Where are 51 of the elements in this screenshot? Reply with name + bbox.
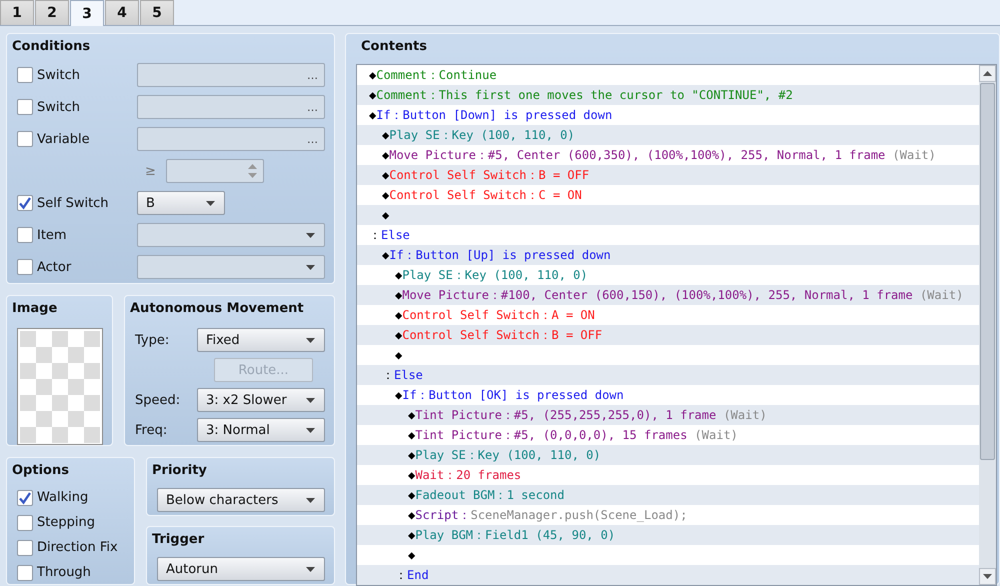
field-label: Type: [135, 332, 170, 348]
tab[interactable]: 5 [140, 0, 174, 25]
checkbox-label: Switch [37, 68, 80, 82]
command-line[interactable]: ：End [395, 566, 429, 584]
checkbox-label: Actor [37, 260, 72, 274]
dropdown[interactable]: B [137, 191, 225, 215]
command-line[interactable]: ◆Tint Picture：#5, (0,0,0,0), 15 frames (Wait) [408, 426, 738, 444]
checkbox-label: Stepping [37, 515, 95, 530]
checkbox-label: Direction Fix [37, 540, 118, 555]
tab[interactable]: 3 [70, 0, 104, 26]
panel-title: Options [11, 462, 69, 480]
panel-title: Image [11, 300, 58, 318]
checkbox-label: Walking [37, 490, 88, 505]
dropdown[interactable]: 3: x2 Slower [197, 388, 325, 412]
command-line[interactable]: ◆Wait：20 frames [408, 466, 522, 484]
command-line[interactable]: ◆Script：SceneManager.push(Scene_Load); [408, 506, 688, 524]
checkbox-label: Variable [37, 132, 90, 146]
command-line[interactable]: ◆If：Button [OK] is pressed down [395, 386, 624, 404]
dropdown[interactable]: Below characters [157, 488, 325, 512]
command-line[interactable]: ：Else [369, 226, 410, 244]
checkbox-label: Item [37, 228, 67, 242]
command-line[interactable]: ◆Control Self Switch：A = ON [395, 306, 595, 324]
checkbox-label: Self Switch [37, 196, 109, 210]
picker-field[interactable]: … [137, 95, 325, 119]
operator-label: ≥ [145, 164, 156, 178]
panel-title: Conditions [11, 38, 90, 56]
command-line[interactable]: ◆ [382, 208, 390, 222]
dropdown[interactable]: 3: Normal [197, 418, 325, 442]
picker-field[interactable]: … [137, 63, 325, 87]
dropdown[interactable]: Autorun [157, 557, 325, 581]
command-line[interactable]: ：Else [382, 366, 423, 384]
checkbox-label: Through [37, 565, 91, 580]
panel-title: Trigger [151, 531, 204, 549]
panel-title: Contents [360, 38, 427, 56]
command-line[interactable]: ◆Play SE：Key (100, 110, 0) [395, 266, 588, 284]
panel-title: Autonomous Movement [129, 300, 304, 318]
checkbox-label: Switch [37, 100, 80, 114]
tab[interactable]: 4 [105, 0, 139, 25]
panel-title: Priority [151, 462, 207, 480]
command-line[interactable]: ◆If：Button [Down] is pressed down [369, 106, 612, 124]
command-line[interactable]: ◆Move Picture：#5, Center (600,350), (100%,100%), 255, Normal, 1 frame (Wait) [382, 146, 936, 164]
command-line[interactable]: ◆ [408, 548, 416, 562]
field-label: Freq: [135, 422, 168, 438]
picker-field[interactable]: … [137, 127, 325, 151]
tab[interactable]: 2 [35, 0, 69, 25]
command-line[interactable]: ◆Control Self Switch：C = ON [382, 186, 582, 204]
command-line[interactable]: ◆ [395, 348, 402, 362]
command-line[interactable]: ◆Comment：Continue [369, 66, 497, 84]
field-label: Speed: [135, 392, 182, 408]
tab[interactable]: 1 [0, 0, 34, 25]
dropdown[interactable]: Fixed [197, 328, 325, 352]
